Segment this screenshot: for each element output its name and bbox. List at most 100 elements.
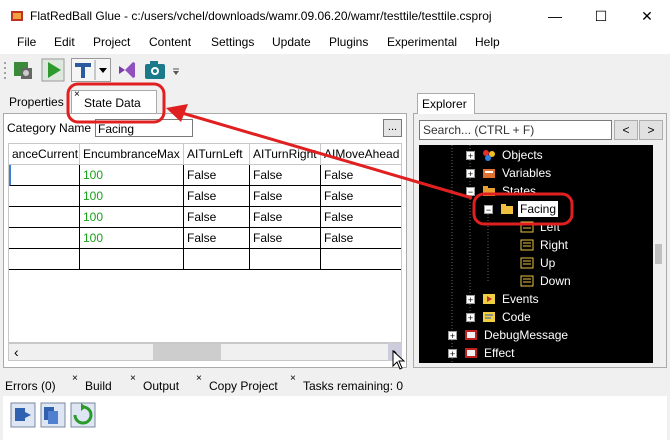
grid-cell[interactable]: False bbox=[250, 186, 321, 207]
events-icon bbox=[483, 294, 495, 304]
tree-item-label: DebugMessage bbox=[484, 328, 569, 342]
grid-cell[interactable]: False bbox=[321, 186, 401, 207]
menu-edit[interactable]: Edit bbox=[54, 35, 75, 49]
tree-item-label: Facing bbox=[518, 201, 559, 217]
refresh-icon[interactable] bbox=[70, 402, 96, 428]
tab-close-icon[interactable]: × bbox=[74, 83, 80, 107]
tab-state-data[interactable]: × State Data bbox=[71, 89, 157, 114]
grid-column-header[interactable]: AIMoveAhead bbox=[321, 144, 401, 165]
grid-cell[interactable]: False bbox=[184, 165, 250, 186]
tab-close-icon[interactable]: × bbox=[196, 373, 202, 384]
expand-icon[interactable]: + bbox=[448, 349, 457, 359]
explorer-forward-button[interactable]: > bbox=[639, 120, 663, 140]
expand-icon[interactable]: + bbox=[466, 313, 475, 323]
tree-scroll-thumb[interactable] bbox=[655, 244, 662, 264]
tab-output[interactable]: Output bbox=[143, 376, 179, 396]
grid-cell[interactable] bbox=[9, 165, 80, 186]
grid-new-row-cell[interactable] bbox=[80, 249, 184, 270]
collapse-icon[interactable]: − bbox=[466, 187, 475, 197]
explorer-back-button[interactable]: < bbox=[614, 120, 638, 140]
grid-column-header[interactable]: EncumbranceMax bbox=[80, 144, 184, 165]
tab-explorer[interactable]: Explorer bbox=[417, 93, 475, 114]
category-browse-button[interactable]: ... bbox=[383, 119, 402, 137]
grid-cell[interactable] bbox=[9, 228, 80, 249]
maximize-button[interactable]: ☐ bbox=[578, 0, 624, 32]
tree-item-label: Objects bbox=[502, 148, 543, 162]
grid-cell[interactable]: 100 bbox=[80, 228, 184, 249]
code-icon bbox=[483, 312, 495, 322]
build-tools-icon[interactable] bbox=[11, 58, 35, 82]
window-title: FlatRedBall Glue - c:/users/vchel/downlo… bbox=[30, 9, 492, 23]
folder-icon bbox=[501, 204, 513, 214]
tab-tasks[interactable]: Tasks remaining: 0 bbox=[303, 376, 403, 396]
errors-panel bbox=[3, 396, 667, 440]
grid-new-row-cell[interactable] bbox=[9, 249, 80, 270]
expand-icon[interactable]: + bbox=[466, 295, 475, 305]
grid-column-header[interactable]: AITurnRight bbox=[250, 144, 321, 165]
grid-cell[interactable]: 100 bbox=[80, 165, 184, 186]
tab-errors[interactable]: Errors (0) bbox=[5, 376, 56, 396]
tab-state-data-label: State Data bbox=[84, 96, 141, 110]
tree-item-label: Events bbox=[502, 292, 539, 306]
grid-cell[interactable]: False bbox=[321, 207, 401, 228]
variables-icon bbox=[483, 169, 495, 178]
scroll-left-icon[interactable]: ‹ bbox=[14, 343, 19, 361]
minimize-button[interactable]: — bbox=[532, 0, 578, 32]
text-tool-dropdown-icon[interactable] bbox=[71, 58, 111, 82]
grid-scroll-thumb[interactable] bbox=[153, 344, 221, 360]
tab-close-icon[interactable]: × bbox=[290, 373, 296, 384]
play-icon[interactable] bbox=[41, 58, 65, 82]
menu-content[interactable]: Content bbox=[149, 35, 191, 49]
copy-all-errors-icon[interactable] bbox=[40, 402, 66, 428]
tree-item-label: Up bbox=[540, 256, 556, 270]
grid-new-row-cell[interactable] bbox=[250, 249, 321, 270]
visual-studio-icon[interactable] bbox=[115, 58, 139, 82]
tree-item-label: States bbox=[502, 184, 537, 198]
grid-cell[interactable]: False bbox=[184, 186, 250, 207]
grid-cell[interactable]: False bbox=[321, 228, 401, 249]
grid-new-row-cell[interactable] bbox=[321, 249, 401, 270]
state-icon bbox=[520, 221, 534, 233]
toolbar-overflow-icon[interactable] bbox=[172, 68, 180, 76]
grid-new-row-cell[interactable] bbox=[184, 249, 250, 270]
expand-icon[interactable]: + bbox=[466, 169, 475, 179]
menu-settings[interactable]: Settings bbox=[211, 35, 254, 49]
expand-icon[interactable]: + bbox=[466, 151, 475, 161]
grid-cell[interactable]: False bbox=[184, 207, 250, 228]
explorer-search-input[interactable]: Search... (CTRL + F) bbox=[419, 120, 612, 140]
expand-icon[interactable]: + bbox=[448, 331, 457, 341]
grid-cell[interactable]: False bbox=[250, 207, 321, 228]
state-icon bbox=[520, 239, 534, 251]
grid-cell[interactable]: False bbox=[184, 228, 250, 249]
tab-close-icon[interactable]: × bbox=[72, 373, 78, 384]
close-button[interactable]: ✕ bbox=[624, 0, 670, 32]
menu-update[interactable]: Update bbox=[272, 35, 311, 49]
menu-plugins[interactable]: Plugins bbox=[329, 35, 368, 49]
tab-properties[interactable]: Properties bbox=[3, 90, 69, 114]
collapse-icon[interactable]: − bbox=[484, 205, 493, 215]
state-icon bbox=[520, 275, 534, 287]
entity-icon bbox=[465, 348, 477, 358]
grid-cell[interactable]: 100 bbox=[80, 207, 184, 228]
copy-errors-icon[interactable] bbox=[10, 402, 36, 428]
menu-help[interactable]: Help bbox=[475, 35, 500, 49]
tab-close-icon[interactable]: × bbox=[130, 373, 136, 384]
menu-file[interactable]: File bbox=[17, 35, 36, 49]
grid-column-header[interactable]: AITurnLeft bbox=[184, 144, 250, 165]
tab-copy-project[interactable]: Copy Project bbox=[209, 376, 278, 396]
camera-icon[interactable] bbox=[143, 58, 167, 82]
category-name-input[interactable]: Facing bbox=[95, 119, 193, 137]
menu-project[interactable]: Project bbox=[93, 35, 130, 49]
menu-experimental[interactable]: Experimental bbox=[387, 35, 457, 49]
tab-build[interactable]: Build bbox=[85, 376, 112, 396]
mouse-cursor-icon bbox=[392, 350, 406, 370]
grid-cell[interactable]: False bbox=[250, 228, 321, 249]
grid-cell[interactable] bbox=[9, 186, 80, 207]
tree-item-label: Down bbox=[540, 274, 571, 288]
tree-item-label: Code bbox=[502, 310, 531, 324]
grid-cell[interactable]: False bbox=[250, 165, 321, 186]
grid-cell[interactable]: 100 bbox=[80, 186, 184, 207]
grid-column-header[interactable]: anceCurrent bbox=[9, 144, 80, 165]
grid-cell[interactable]: False bbox=[321, 165, 401, 186]
grid-cell[interactable] bbox=[9, 207, 80, 228]
